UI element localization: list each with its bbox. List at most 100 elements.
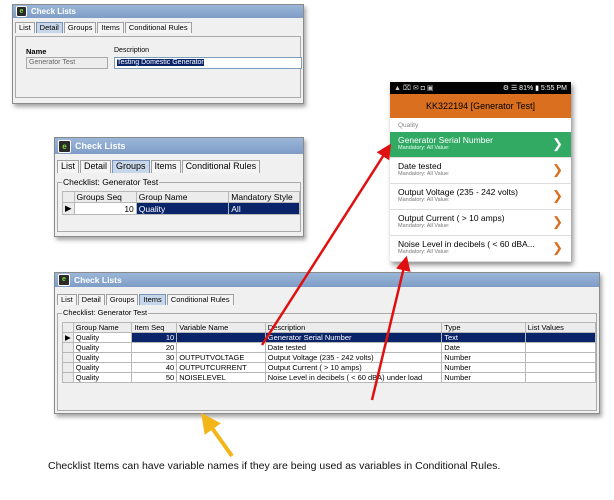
item-subtitle: Mandatory: All Value: (398, 171, 450, 177)
item-seq-cell[interactable]: 50 (131, 372, 178, 383)
column-header-group-name[interactable]: Group Name (135, 191, 230, 203)
tab-groups[interactable]: Groups (105, 294, 139, 306)
item-seq-cell[interactable]: 30 (131, 352, 178, 363)
item-title: Noise Level in decibels ( < 60 dBA... (398, 239, 535, 249)
description-cell[interactable]: Date tested (264, 342, 443, 353)
variable-name-cell[interactable] (176, 332, 266, 343)
type-cell[interactable]: Text (441, 332, 526, 343)
column-header-description[interactable]: Description (264, 322, 443, 333)
variable-name-cell[interactable] (176, 342, 266, 353)
list-values-cell[interactable] (524, 332, 597, 343)
tab-list[interactable]: List (15, 22, 35, 34)
item-seq-cell[interactable]: 10 (131, 332, 178, 343)
list-item[interactable]: Output Current ( > 10 amps) Mandatory: A… (390, 210, 571, 236)
tab-detail[interactable]: Detail (77, 294, 105, 306)
window-title: Check Lists (31, 7, 76, 16)
item-title: Date tested (398, 161, 442, 171)
table-row[interactable]: Quality 20 Date tested Date (62, 342, 597, 353)
tab-conditional-rules[interactable]: Conditional Rules (124, 22, 192, 34)
description-cell[interactable]: Output Current ( > 10 amps) (264, 362, 443, 373)
checklist-groupbox: Checklist: Generator Test Group Name Ite… (57, 308, 597, 411)
item-seq-cell[interactable]: 40 (131, 362, 178, 373)
tab-conditional-rules[interactable]: Conditional Rules (181, 160, 261, 173)
chevron-right-icon: ❯ (552, 188, 563, 203)
yellow-arrow-variable (201, 412, 234, 458)
tab-groups[interactable]: Groups (63, 22, 97, 34)
tab-list[interactable]: List (57, 160, 80, 173)
item-subtitle: Mandatory: All Value: (398, 145, 450, 151)
chevron-right-icon: ❯ (552, 240, 563, 255)
name-field[interactable]: Generator Test (26, 57, 108, 69)
mandatory-style-cell[interactable]: All (228, 202, 300, 215)
group-name-cell[interactable]: Quality (72, 372, 133, 383)
group-name-cell[interactable]: Quality (72, 332, 133, 343)
tab-items[interactable]: Items (150, 160, 181, 173)
chevron-right-icon: ❯ (552, 162, 563, 177)
table-row[interactable]: Quality 30 OUTPUTVOLTAGE Output Voltage … (62, 352, 597, 363)
type-cell[interactable]: Number (441, 352, 526, 363)
checklist-legend: Checklist: Generator Test (62, 308, 149, 317)
item-subtitle: Mandatory: All Value: (398, 223, 450, 229)
column-header-mandatory-style[interactable]: Mandatory Style (228, 191, 300, 203)
list-item[interactable]: Generator Serial Number Mandatory: All V… (390, 132, 571, 158)
groups-seq-cell[interactable]: 10 (73, 202, 137, 215)
window-title-bar: e Check Lists (13, 5, 303, 18)
table-row[interactable]: Quality 50 NOISELEVEL Noise Level in dec… (62, 372, 597, 383)
groups-table: Groups Seq Group Name Mandatory Style ▶ … (62, 191, 300, 215)
tab-strip: List Detail Groups Items Conditional Rul… (57, 160, 261, 173)
tab-items[interactable]: Items (97, 22, 124, 34)
row-indicator: ▶ (62, 332, 74, 343)
type-cell[interactable]: Number (441, 372, 526, 383)
column-header-groups-seq[interactable]: Groups Seq (73, 191, 137, 203)
tab-list[interactable]: List (57, 294, 77, 306)
tab-detail[interactable]: Detail (35, 22, 63, 34)
description-cell[interactable]: Noise Level in decibels ( < 60 dBA) unde… (264, 372, 443, 383)
list-item[interactable]: Date tested Mandatory: All Value: ❯ (390, 158, 571, 184)
column-header-group-name[interactable]: Group Name (72, 322, 133, 333)
description-field[interactable]: Testing Domestic Generator (114, 57, 302, 69)
variable-name-cell[interactable]: NOISELEVEL (176, 372, 266, 383)
column-header-list-values[interactable]: List Values (524, 322, 597, 333)
type-cell[interactable]: Date (441, 342, 526, 353)
table-row[interactable]: ▶ Quality 10 Generator Serial Number Tex… (62, 332, 597, 343)
item-subtitle: Mandatory: All Value: (398, 197, 450, 203)
description-value: Testing Domestic Generator (117, 59, 204, 66)
list-values-cell[interactable] (524, 362, 597, 373)
chevron-right-icon: ❯ (552, 214, 563, 229)
list-item[interactable]: Output Voltage (235 - 242 volts) Mandato… (390, 184, 571, 210)
status-clock: ⚙ ☰ 81% ▮ 5:55 PM (502, 85, 567, 92)
type-cell[interactable]: Number (441, 362, 526, 373)
tab-conditional-rules[interactable]: Conditional Rules (166, 294, 234, 306)
tab-items[interactable]: Items (139, 294, 166, 306)
column-header-item-seq[interactable]: Item Seq (131, 322, 178, 333)
item-seq-cell[interactable]: 20 (131, 342, 178, 353)
list-item[interactable]: Noise Level in decibels ( < 60 dBA... Ma… (390, 236, 571, 262)
table-row[interactable]: ▶ 10 Quality All (62, 202, 300, 215)
window-title: Check Lists (75, 141, 126, 151)
group-name-cell[interactable]: Quality (72, 342, 133, 353)
column-header-type[interactable]: Type (441, 322, 526, 333)
tab-detail[interactable]: Detail (80, 160, 112, 173)
column-header-variable-name[interactable]: Variable Name (176, 322, 266, 333)
caption-text: Checklist Items can have variable names … (48, 460, 501, 472)
list-values-cell[interactable] (524, 352, 597, 363)
variable-name-cell[interactable]: OUTPUTCURRENT (176, 362, 266, 373)
table-row[interactable]: Quality 40 OUTPUTCURRENT Output Current … (62, 362, 597, 373)
tab-groups[interactable]: Groups (112, 160, 150, 173)
description-cell[interactable]: Generator Serial Number (264, 332, 443, 343)
group-name-cell[interactable]: Quality (72, 352, 133, 363)
window-title: Check Lists (74, 275, 122, 285)
variable-name-cell[interactable]: OUTPUTVOLTAGE (176, 352, 266, 363)
row-header-corner (62, 191, 75, 203)
list-values-cell[interactable] (524, 372, 597, 383)
checklist-window-groups: e Check Lists List Detail Groups Items C… (54, 137, 304, 237)
description-cell[interactable]: Output Voltage (235 - 242 volts) (264, 352, 443, 363)
group-section-label: Quality (398, 121, 419, 129)
group-name-cell[interactable]: Quality (135, 202, 230, 215)
group-name-cell[interactable]: Quality (72, 362, 133, 373)
row-header-corner (62, 322, 74, 333)
items-table: Group Name Item Seq Variable Name Descri… (62, 322, 597, 383)
window-title-bar: e Check Lists (55, 138, 303, 154)
list-values-cell[interactable] (524, 342, 597, 353)
table-header-row: Groups Seq Group Name Mandatory Style (62, 191, 300, 203)
